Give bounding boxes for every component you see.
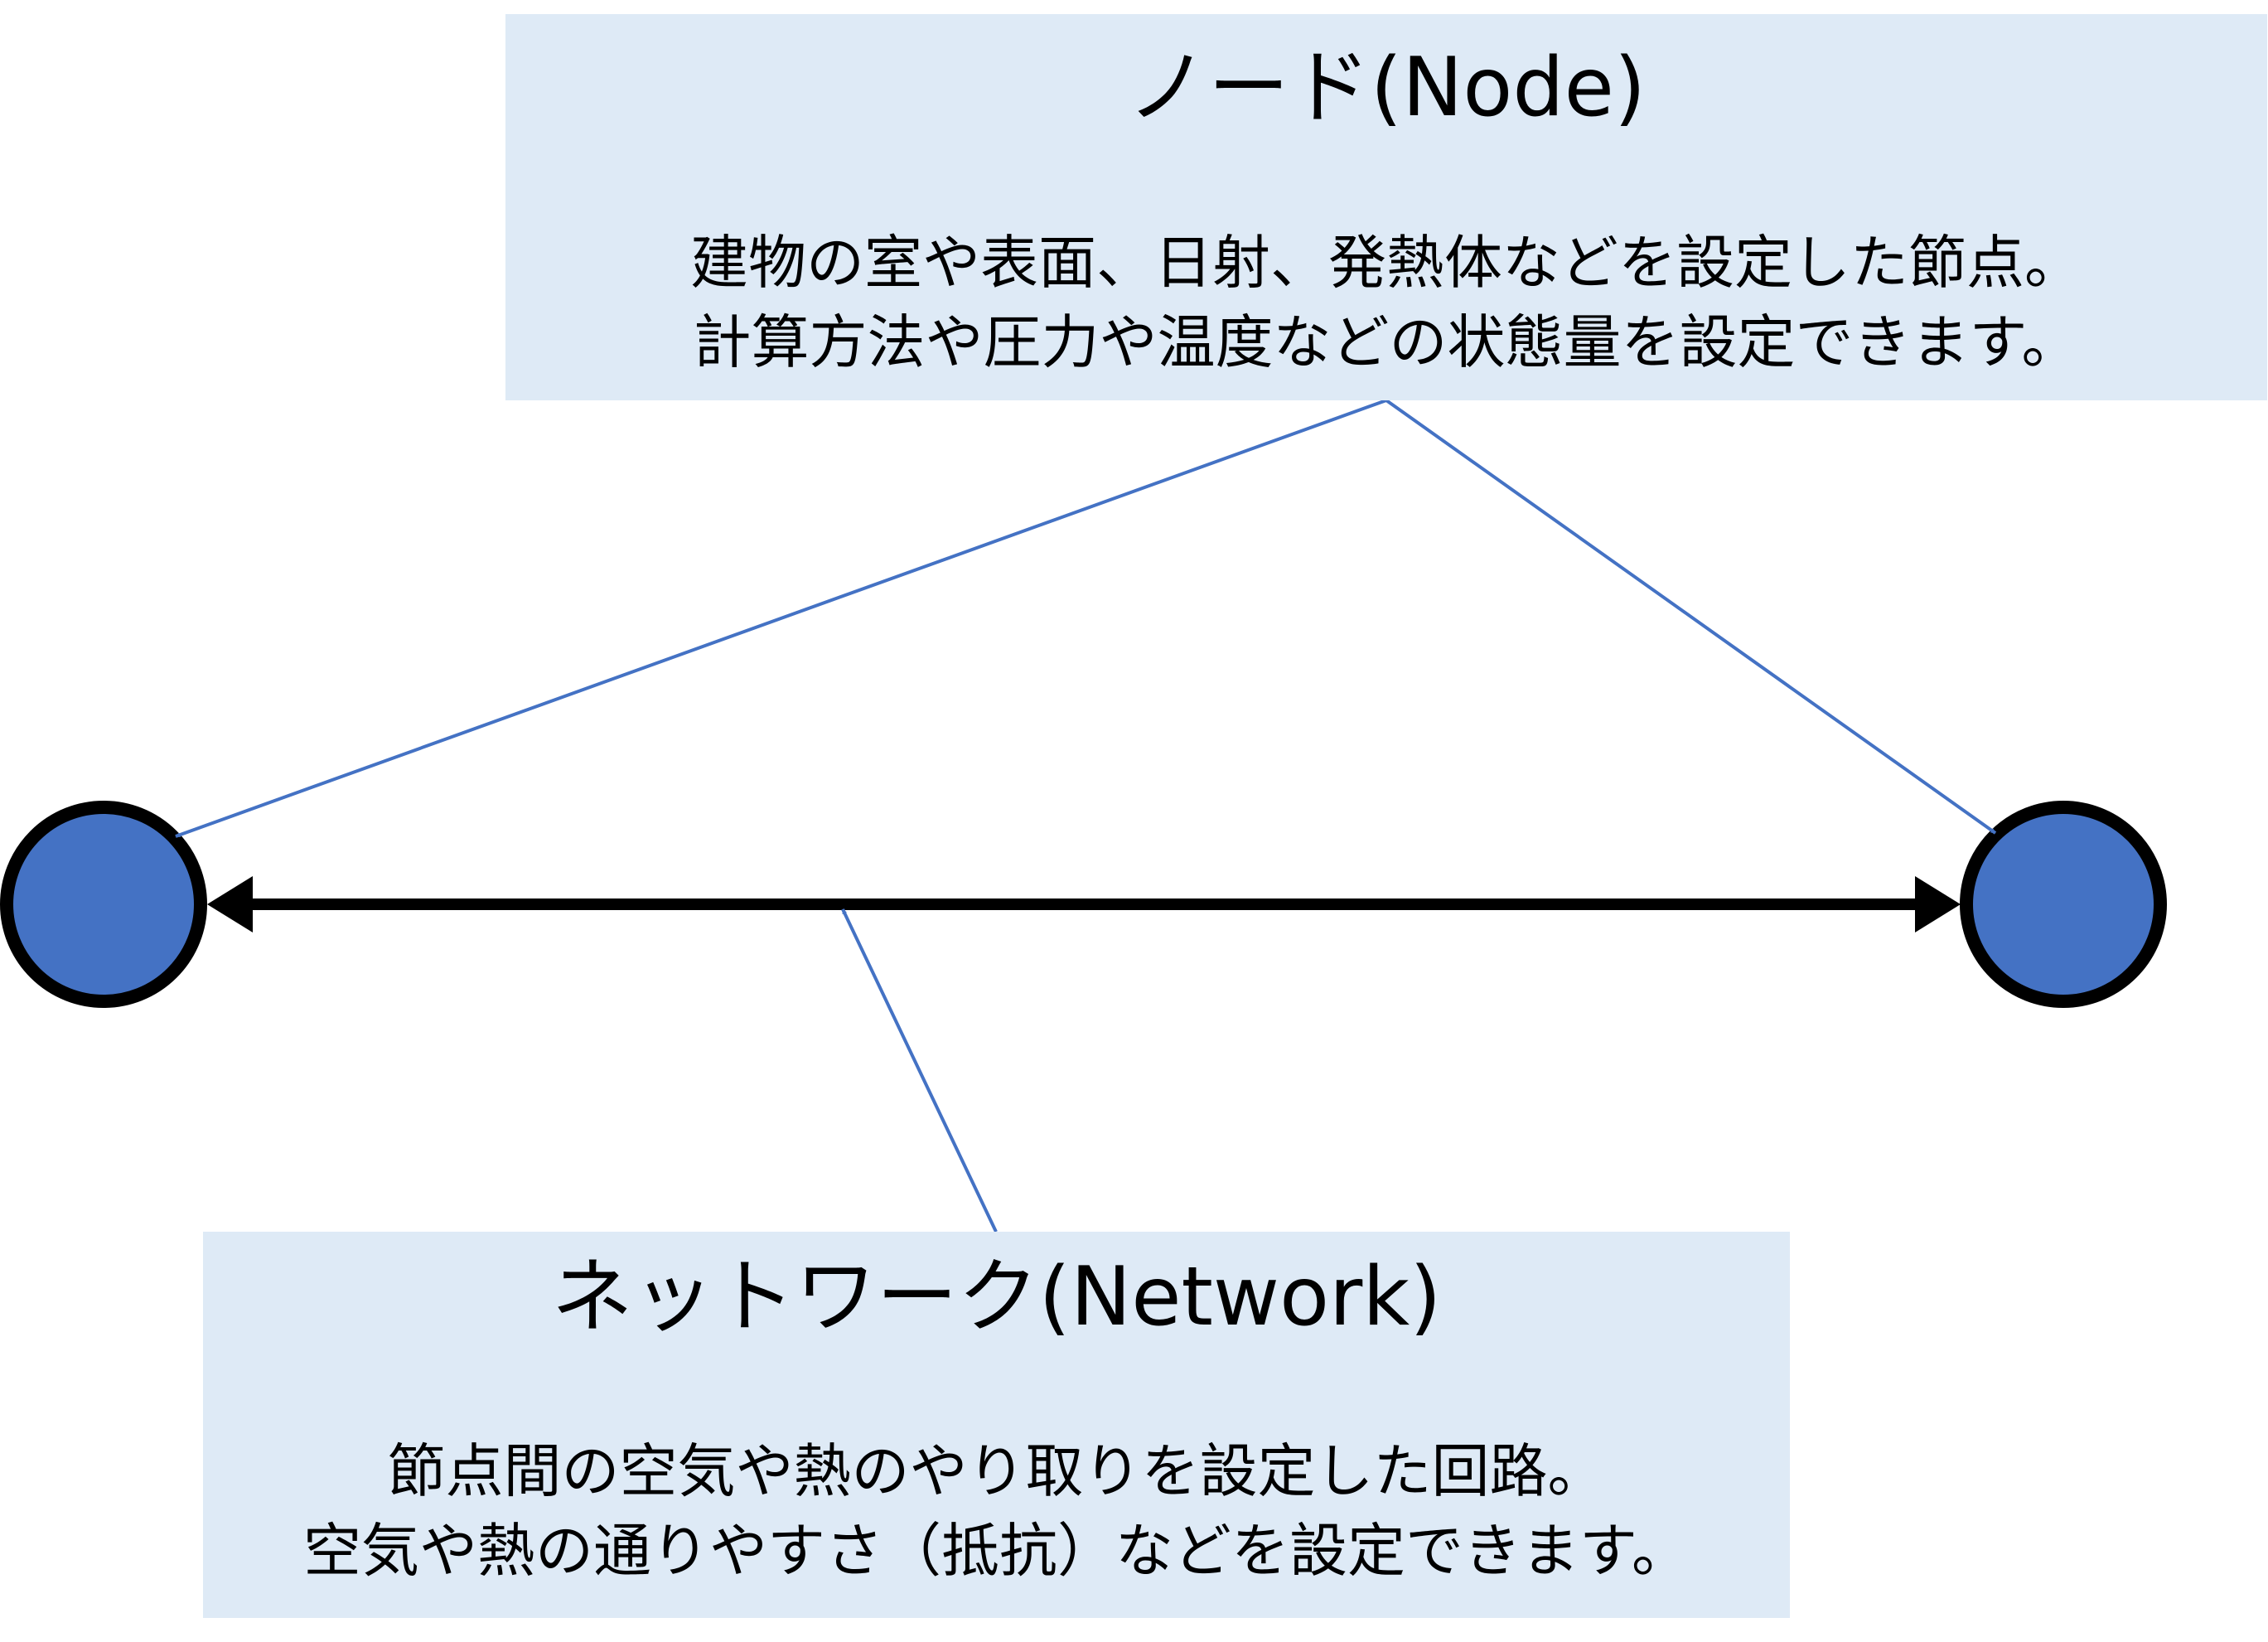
- node-circle-left: [0, 801, 207, 1008]
- node-callout-title: ノード(Node): [1126, 41, 1647, 135]
- network-arrowhead-left: [207, 876, 253, 932]
- node-callout-description: 建物の室や表面、日射、発熱体などを設定した節点。 計算方法や圧力や温度などの状態…: [505, 223, 2267, 382]
- node-circle-right: [1960, 801, 2167, 1008]
- network-callout-description: 節点間の空気や熱のやり取りを設定した回路。 空気や熱の通りやすさ（抵抗）などを設…: [203, 1431, 1790, 1591]
- network-callout-title: ネットワーク(Network): [551, 1250, 1442, 1344]
- network-pointer-line: [841, 908, 998, 1233]
- network-callout-line: 節点間の空気や熱のやり取りを設定した回路。: [387, 1437, 1606, 1505]
- network-callout-line: 空気や熱の通りやすさ（抵抗）などを設定できます。: [303, 1517, 1690, 1585]
- node-pointer-line-right: [1385, 399, 1997, 835]
- node-callout-line: 計算方法や圧力や温度などの状態量を設定できます。: [693, 308, 2080, 376]
- network-callout: ネットワーク(Network) 節点間の空気や熱のやり取りを設定した回路。 空気…: [203, 1232, 1790, 1618]
- network-edge: [207, 876, 1961, 932]
- node-callout: ノード(Node) 建物の室や表面、日射、発熱体などを設定した節点。 計算方法や…: [505, 14, 2267, 400]
- node-pointer-line-left: [175, 399, 1387, 838]
- network-arrowhead-right: [1915, 876, 1961, 932]
- node-callout-line: 建物の室や表面、日射、発熱体などを設定した節点。: [690, 229, 2082, 297]
